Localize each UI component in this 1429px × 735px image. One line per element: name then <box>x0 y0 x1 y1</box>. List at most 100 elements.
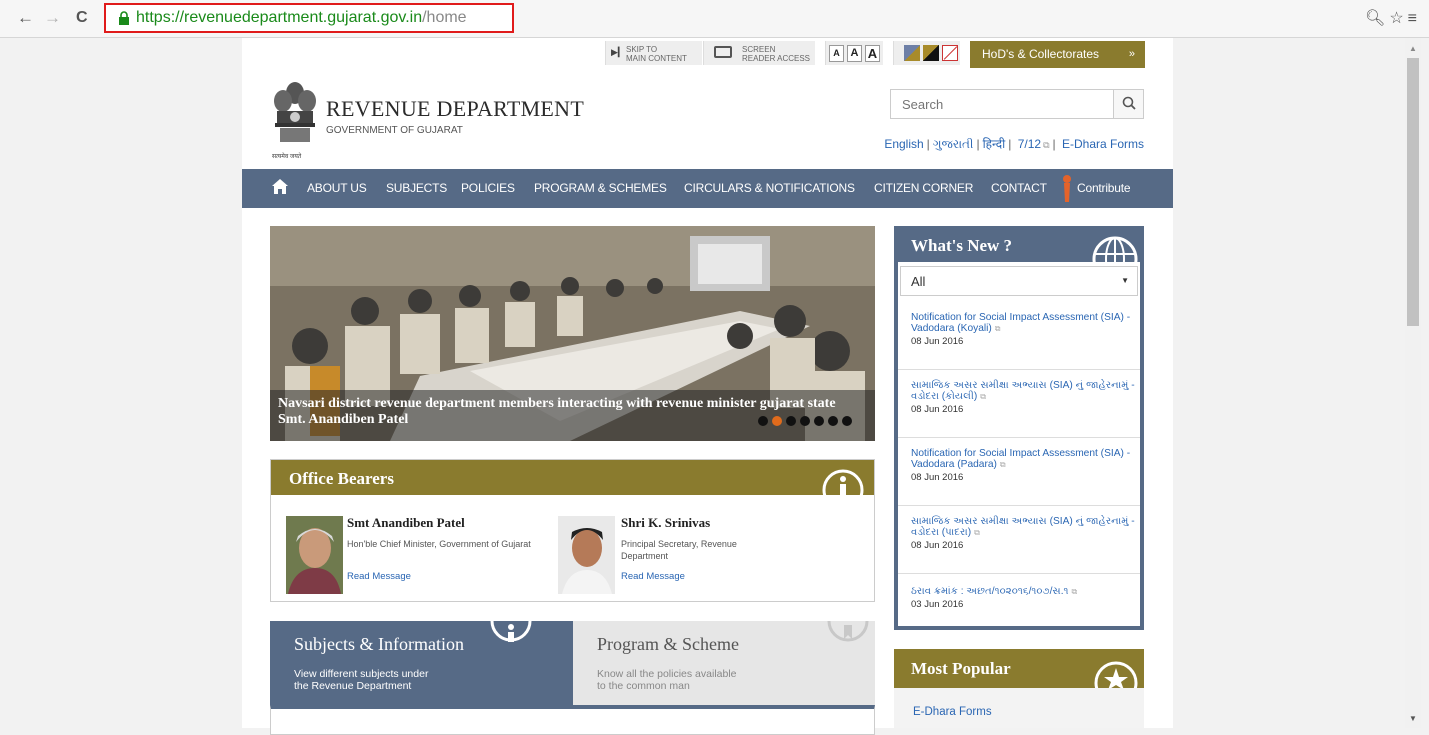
read-message-link[interactable]: Read Message <box>621 571 685 582</box>
external-link-icon: ⧉ <box>980 392 986 401</box>
screen-reader-link[interactable]: Screen reader access <box>703 41 815 65</box>
globe-icon <box>1092 236 1138 262</box>
nav-policies[interactable]: POLICIES <box>461 181 515 195</box>
external-link-icon: ⧉ <box>1043 140 1050 150</box>
back-button[interactable]: ← <box>17 8 34 28</box>
scroll-up-icon[interactable]: ▲ <box>1409 44 1417 53</box>
skip-label-1: Skip to <box>626 45 658 54</box>
font-small-button[interactable]: A <box>829 45 844 62</box>
whats-new-header: What's New ? <box>894 226 1144 262</box>
most-popular-title: Most Popular <box>911 659 1011 678</box>
info-icon <box>490 621 532 642</box>
site-subtitle: GOVERNMENT OF GUJARAT <box>326 125 463 136</box>
whats-new-panel: What's New ? All ▼ Notification for Soci… <box>894 226 1144 630</box>
hod-collectorates-dropdown[interactable]: HoD's & Collectorates » <box>970 41 1145 68</box>
whats-new-filter-select[interactable]: All ▼ <box>900 266 1138 296</box>
nav-contact[interactable]: CONTACT <box>991 181 1047 195</box>
tab-program-title: Program & Scheme <box>597 634 739 654</box>
external-link-icon: ⧉ <box>999 460 1006 469</box>
news-link[interactable]: સામાજિક અસર સમીક્ષા અભ્યાસ (SIA) નું જાહ… <box>911 380 1135 402</box>
state-emblem-icon <box>274 82 316 142</box>
font-large-button[interactable]: A <box>865 45 880 62</box>
external-link-icon: ⧉ <box>974 528 980 537</box>
screen-reader-icon <box>714 46 732 58</box>
home-icon[interactable] <box>272 179 288 194</box>
reload-button[interactable]: C <box>76 8 88 28</box>
bookmark-icon <box>827 621 869 642</box>
list-item[interactable]: Notification for Social Impact Assessmen… <box>898 438 1140 506</box>
tab-subjects-information[interactable]: Subjects & Information View different su… <box>270 621 573 705</box>
nav-program-schemes[interactable]: PROGRAM & SCHEMES <box>534 181 667 195</box>
lang-hindi-link[interactable]: हिन्दी <box>983 137 1006 151</box>
tab-subjects-title: Subjects & Information <box>294 634 464 654</box>
nav-subjects[interactable]: SUBJECTS <box>386 181 447 195</box>
popular-link-edhara[interactable]: E-Dhara Forms <box>913 706 992 718</box>
contrast-none-icon[interactable] <box>942 45 958 61</box>
list-item[interactable]: સામાજિક અસર સમીક્ષા અભ્યાસ (SIA) નું જાહ… <box>898 370 1140 438</box>
avatar <box>558 516 615 594</box>
address-bar[interactable]: https://revenuedepartment.gujarat.gov.in… <box>104 3 514 33</box>
slide-dot[interactable] <box>786 416 796 426</box>
bearer-name: Shri K. Srinivas <box>621 515 711 530</box>
news-link[interactable]: ઠરાવ ક્રમાંક : અછત/૧૦૨૦૧૬/૧૦૭/સ.૧ <box>911 586 1069 597</box>
slide-dot-active[interactable] <box>772 416 782 426</box>
slide-dot[interactable] <box>800 416 810 426</box>
list-item[interactable]: સામાજિક અસર સમીક્ષા અભ્યાસ (SIA) નું જાહ… <box>898 506 1140 574</box>
slide-dot[interactable] <box>828 416 838 426</box>
bearer-name: Smt Anandiben Patel <box>347 515 465 530</box>
avatar <box>286 516 343 594</box>
tab-program-scheme[interactable]: Program & Scheme Know all the policies a… <box>573 621 875 705</box>
filter-selected-value: All <box>911 274 926 289</box>
image-slider[interactable]: Navsari district revenue department memb… <box>270 226 875 441</box>
news-link[interactable]: Notification for Social Impact Assessmen… <box>911 448 1130 470</box>
whats-new-title: What's New ? <box>911 236 1013 255</box>
contrast-controls <box>893 41 960 65</box>
most-popular-header: Most Popular <box>894 649 1144 688</box>
chevron-down-icon: ▼ <box>1121 276 1129 285</box>
lang-english-link[interactable]: English <box>884 137 923 151</box>
most-popular-panel: Most Popular E-Dhara Forms <box>894 649 1144 728</box>
news-link[interactable]: Notification for Social Impact Assessmen… <box>911 312 1130 334</box>
edhara-forms-link[interactable]: E-Dhara Forms <box>1062 137 1144 151</box>
contrast-high-icon[interactable] <box>923 45 939 61</box>
news-date: 03 Jun 2016 <box>911 599 964 610</box>
font-medium-button[interactable]: A <box>847 45 862 62</box>
search-box <box>890 89 1144 119</box>
slide-caption: Navsari district revenue department memb… <box>278 396 836 427</box>
emblem-motto: सत्यमेव जयते <box>272 154 302 160</box>
nav-about-us[interactable]: ABOUT US <box>307 181 367 195</box>
nav-circulars-notifications[interactable]: CIRCULARS & NOTIFICATIONS <box>684 181 855 195</box>
read-message-link[interactable]: Read Message <box>347 571 411 582</box>
zoom-out-icon[interactable]: 🔍︎ <box>1365 10 1385 27</box>
hamburger-menu-icon[interactable]: ≡ <box>1408 10 1417 27</box>
search-button[interactable] <box>1113 90 1143 118</box>
link-7-12[interactable]: 7/12 <box>1018 137 1041 151</box>
slide-dot[interactable] <box>814 416 824 426</box>
scroll-thumb[interactable] <box>1407 58 1419 326</box>
office-bearers-header: Office Bearers <box>271 460 874 495</box>
site-title[interactable]: REVENUE DEPARTMENT <box>326 96 584 122</box>
lang-gujarati-link[interactable]: ગુજરાતી <box>933 137 974 151</box>
bookmark-star-icon[interactable]: ☆ <box>1389 10 1403 27</box>
tab-subjects-desc: View different subjects under the Revenue… <box>294 668 429 692</box>
language-links: English | ગુજરાતી | हिन्दी | 7/12 ⧉ | E-Dhara F… <box>884 137 1144 151</box>
browser-toolbar: ← → C https://revenuedepartment.gujarat.… <box>0 0 1429 38</box>
reader-label-2: reader access <box>742 54 811 63</box>
contrast-default-icon[interactable] <box>904 45 920 61</box>
news-link[interactable]: સામાજિક અસર સમીક્ષા અભ્યાસ (SIA) નું જાહ… <box>911 516 1135 538</box>
external-link-icon: ⧉ <box>1071 587 1078 596</box>
bearer-role: Hon'ble Chief Minister, Government of Gu… <box>347 539 531 549</box>
page-scrollbar[interactable]: ▲ ▼ <box>1405 38 1421 728</box>
nav-contribute[interactable]: Contribute <box>1077 181 1131 195</box>
slide-dot[interactable] <box>758 416 768 426</box>
skip-icon: ▶▎ <box>611 47 625 57</box>
list-item[interactable]: Notification for Social Impact Assessmen… <box>898 304 1140 370</box>
scroll-down-icon[interactable]: ▼ <box>1409 714 1417 723</box>
nav-citizen-corner[interactable]: CITIZEN CORNER <box>874 181 973 195</box>
search-input[interactable] <box>891 90 1113 118</box>
list-item[interactable]: ઠરાવ ક્રમાંક : અછત/૧૦૨૦૧૬/૧૦૭/સ.૧ ⧉ 03 Ju… <box>898 574 1140 626</box>
skip-to-main-link[interactable]: ▶▎ Skip to main content <box>605 41 702 65</box>
forward-button[interactable]: → <box>44 8 61 28</box>
office-bearers-panel: Office Bearers Smt Anandiben Patel Hon'b… <box>270 459 875 602</box>
slide-dot[interactable] <box>842 416 852 426</box>
